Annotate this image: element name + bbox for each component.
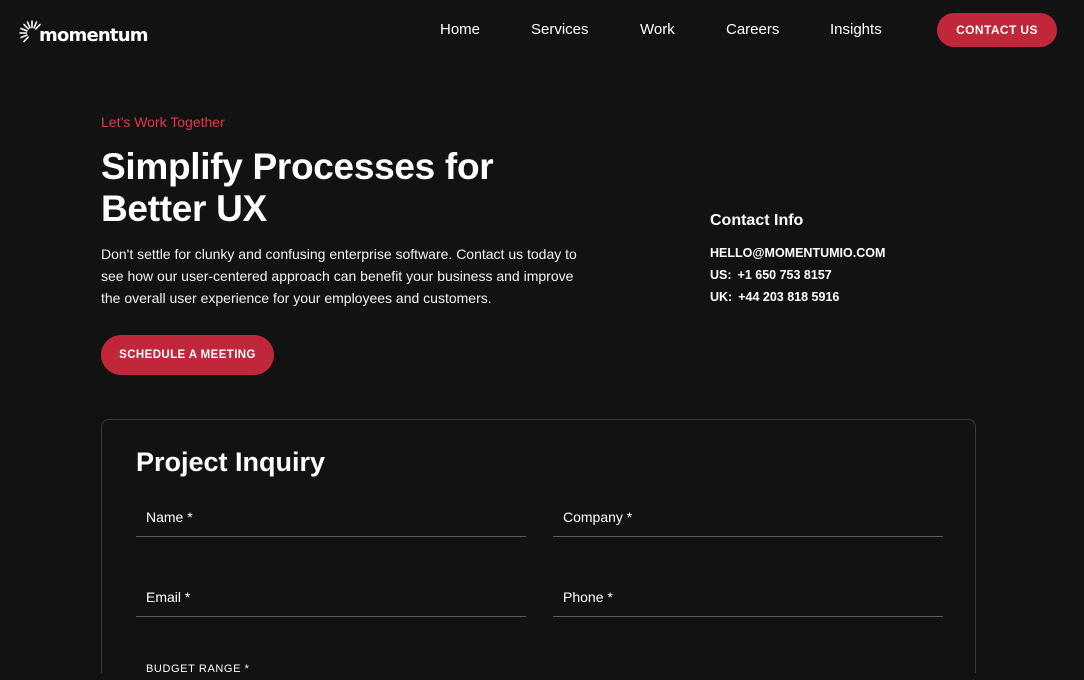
email-field-label: Email * — [146, 589, 191, 605]
nav-item-services[interactable]: Services — [531, 21, 589, 39]
email-field[interactable]: Email * — [136, 579, 526, 617]
nav-item-home[interactable]: Home — [440, 21, 480, 39]
contact-us-button[interactable]: CONTACT US — [937, 13, 1057, 47]
uk-phone-link[interactable]: +44 203 818 5916 — [738, 290, 839, 304]
company-field-label: Company * — [563, 509, 633, 525]
contact-info-title: Contact Info — [710, 212, 804, 229]
name-field-label: Name * — [146, 509, 193, 525]
phone-field[interactable]: Phone * — [553, 579, 943, 617]
project-inquiry-form: Project Inquiry Name * Company * Email *… — [101, 419, 976, 680]
schedule-meeting-button[interactable]: SCHEDULE A MEETING — [101, 335, 274, 375]
contact-uk-phone-row: UK: +44 203 818 5916 — [710, 289, 839, 305]
nav-item-work[interactable]: Work — [640, 21, 675, 39]
uk-phone-label: UK: — [710, 290, 733, 304]
name-field[interactable]: Name * — [136, 499, 526, 537]
contact-us-phone-row: US: +1 650 753 8157 — [710, 267, 832, 283]
us-phone-link[interactable]: +1 650 753 8157 — [738, 268, 832, 282]
hero-description: Don't settle for clunky and confusing en… — [101, 246, 577, 306]
logo-wordmark: momentum — [39, 25, 148, 46]
momentum-logo[interactable]: momentum — [19, 16, 148, 46]
us-phone-label: US: — [710, 268, 732, 282]
phone-field-label: Phone * — [563, 589, 613, 605]
hero-title: Simplify Processes for Better UX — [101, 146, 494, 229]
contact-email-link[interactable]: HELLO@MOMENTUMIO.COM — [710, 245, 885, 261]
hero-eyebrow: Let’s Work Together — [101, 114, 225, 130]
inquiry-title: Project Inquiry — [136, 447, 326, 477]
nav-item-insights[interactable]: Insights — [830, 21, 882, 39]
nav-item-careers[interactable]: Careers — [726, 21, 779, 39]
page: momentum Home Services Work Careers Insi… — [0, 0, 1084, 680]
viewport-bottom-edge — [0, 673, 1084, 680]
company-field[interactable]: Company * — [553, 499, 943, 537]
